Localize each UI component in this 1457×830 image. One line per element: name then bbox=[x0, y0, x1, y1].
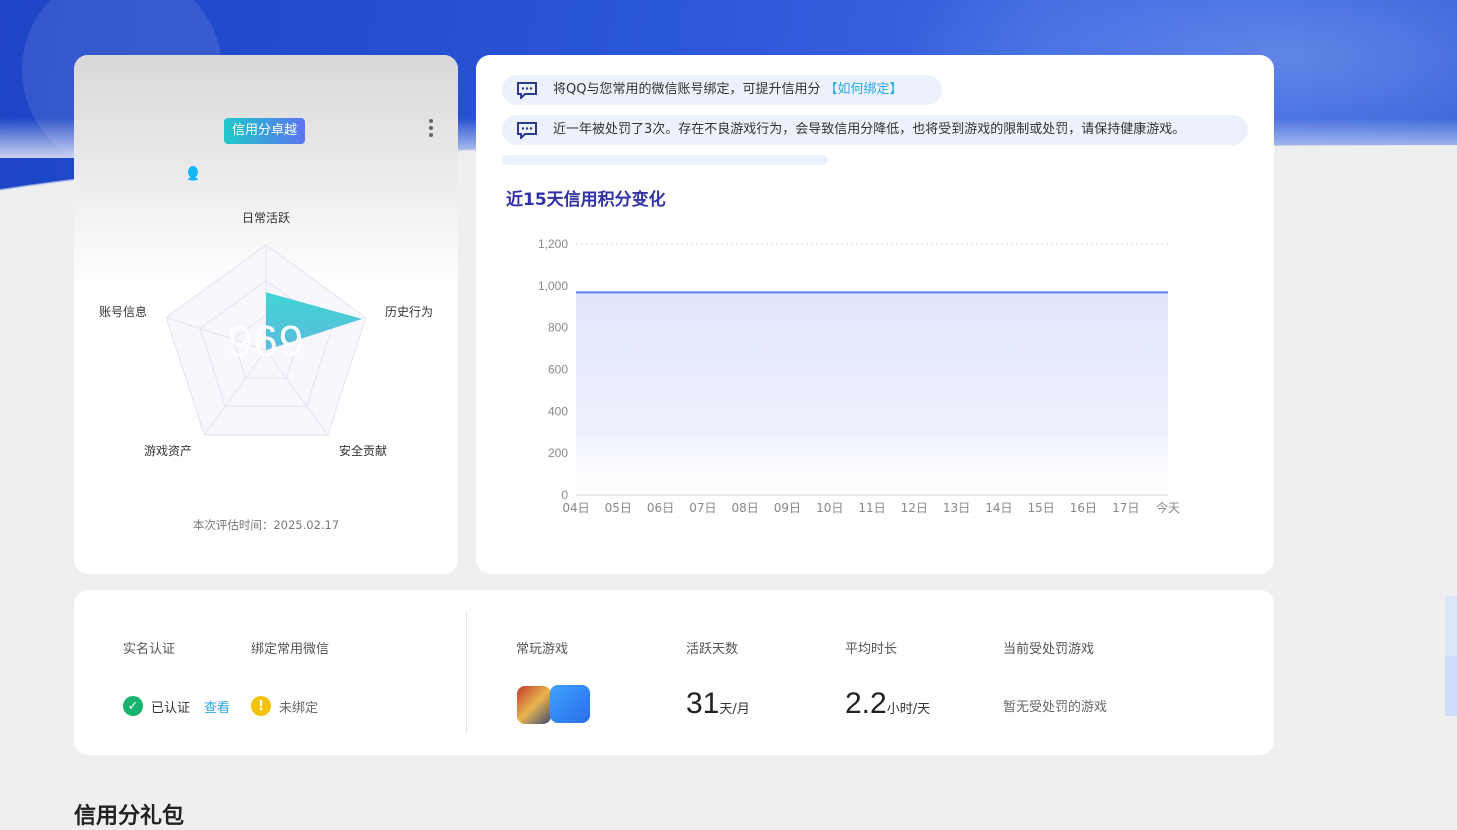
active-days-number: 31 bbox=[686, 687, 720, 720]
how-to-bind-link[interactable]: 【如何绑定】 bbox=[824, 82, 902, 97]
message-icon bbox=[517, 82, 537, 99]
wechat-status: ! 未绑定 bbox=[251, 696, 318, 716]
y-tick-label: 200 bbox=[548, 446, 568, 460]
y-tick-label: 0 bbox=[561, 488, 568, 502]
game-icon-second[interactable] bbox=[550, 685, 590, 723]
radar-label-security: 安全贡献 bbox=[339, 444, 388, 458]
side-float-tab[interactable] bbox=[1445, 656, 1457, 716]
section-title: 信用分礼包 bbox=[74, 804, 185, 829]
avg-time-number: 2.2 bbox=[845, 687, 887, 720]
y-tick-label: 1,200 bbox=[538, 237, 568, 251]
radar-label-daily: 日常活跃 bbox=[242, 211, 291, 225]
x-tick-label: 09日 bbox=[774, 501, 801, 515]
view-link[interactable]: 查看 bbox=[204, 697, 230, 716]
x-tick-label: 16日 bbox=[1070, 501, 1097, 515]
x-tick-label: 11日 bbox=[858, 501, 885, 515]
x-tick-label: 06日 bbox=[647, 501, 674, 515]
qq-penguin-icon bbox=[188, 166, 198, 181]
games-label: 常玩游戏 bbox=[516, 642, 569, 657]
message-icon bbox=[517, 122, 537, 139]
notice-penalty: 近一年被处罚了3次。存在不良游戏行为，会导致信用分降低，也将受到游戏的限制或处罚… bbox=[502, 115, 1248, 145]
credit-level-badge: 信用分卓越 bbox=[224, 118, 306, 144]
wechat-label: 绑定常用微信 bbox=[251, 642, 330, 657]
check-icon: ✓ bbox=[123, 696, 143, 716]
x-tick-label: 今天 bbox=[1156, 500, 1180, 515]
evaluation-time: 本次评估时间：2025.02.17 bbox=[192, 518, 340, 532]
credit-trend-chart: 0 200 400 600 800 1,000 1,200 04日 05日 06日 07日 08日 09… bbox=[538, 237, 1180, 515]
warning-icon: ! bbox=[251, 696, 271, 716]
notice-text: 将QQ与您常用的微信账号绑定，可提升信用分 bbox=[553, 82, 821, 97]
active-days-label: 活跃天数 bbox=[686, 642, 739, 657]
x-tick-label: 12日 bbox=[901, 501, 928, 515]
x-tick-label: 08日 bbox=[732, 501, 759, 515]
notice-partial bbox=[502, 155, 828, 165]
notice-text: 近一年被处罚了3次。存在不良游戏行为，会导致信用分降低，也将受到游戏的限制或处罚… bbox=[553, 122, 1186, 137]
game-icon-honor-of-kings[interactable] bbox=[517, 686, 551, 724]
active-days-value: 31天/月 bbox=[686, 687, 750, 721]
radar-label-assets: 游戏资产 bbox=[144, 444, 193, 458]
x-tick-label: 15日 bbox=[1028, 501, 1055, 515]
more-options-icon[interactable] bbox=[426, 117, 436, 139]
active-days-unit: 天/月 bbox=[719, 702, 750, 717]
x-tick-label: 10日 bbox=[816, 501, 843, 515]
side-float-tab[interactable] bbox=[1445, 596, 1457, 656]
divider bbox=[466, 612, 467, 734]
notice-bind-wechat: 将QQ与您常用的微信账号绑定，可提升信用分 【如何绑定】 bbox=[502, 75, 942, 105]
avg-time-value: 2.2小时/天 bbox=[845, 687, 930, 721]
y-tick-label: 1,000 bbox=[538, 279, 568, 293]
account-stats-card: 实名认证 绑定常用微信 ✓ 已认证 查看 ! 未绑定 常玩游戏 活跃天数 31天… bbox=[74, 590, 1274, 755]
notice-scroll-mask bbox=[476, 165, 1274, 185]
credit-trend-card: 将QQ与您常用的微信账号绑定，可提升信用分 【如何绑定】 近一年被处罚了3次。存在… bbox=[476, 55, 1274, 574]
realname-status-text: 已认证 bbox=[151, 700, 191, 716]
avg-time-unit: 小时/天 bbox=[886, 702, 931, 717]
x-tick-label: 07日 bbox=[689, 501, 716, 515]
x-tick-label: 13日 bbox=[943, 501, 970, 515]
penalty-label: 当前受处罚游戏 bbox=[1003, 642, 1095, 657]
realname-status: ✓ 已认证 查看 bbox=[123, 696, 230, 716]
credit-profile-card: 信用分卓越 日常活跃 历史行为 安全贡献 游戏资产 账号信息 969 本次评估时… bbox=[74, 55, 458, 574]
wechat-status-text: 未绑定 bbox=[279, 700, 319, 716]
x-tick-label: 04日 bbox=[562, 501, 589, 515]
avg-time-label: 平均时长 bbox=[845, 642, 898, 657]
x-tick-label: 17日 bbox=[1112, 501, 1139, 515]
y-tick-label: 600 bbox=[548, 363, 568, 377]
series-area bbox=[576, 292, 1168, 495]
penalty-value: 暂无受处罚的游戏 bbox=[1003, 700, 1108, 715]
y-tick-label: 400 bbox=[548, 404, 568, 418]
x-tick-label: 14日 bbox=[985, 501, 1012, 515]
y-tick-label: 800 bbox=[548, 321, 568, 335]
credit-score: 969 bbox=[227, 317, 305, 366]
chart-title: 近15天信用积分变化 bbox=[506, 190, 666, 210]
x-tick-label: 05日 bbox=[605, 501, 632, 515]
realname-label: 实名认证 bbox=[123, 642, 176, 657]
